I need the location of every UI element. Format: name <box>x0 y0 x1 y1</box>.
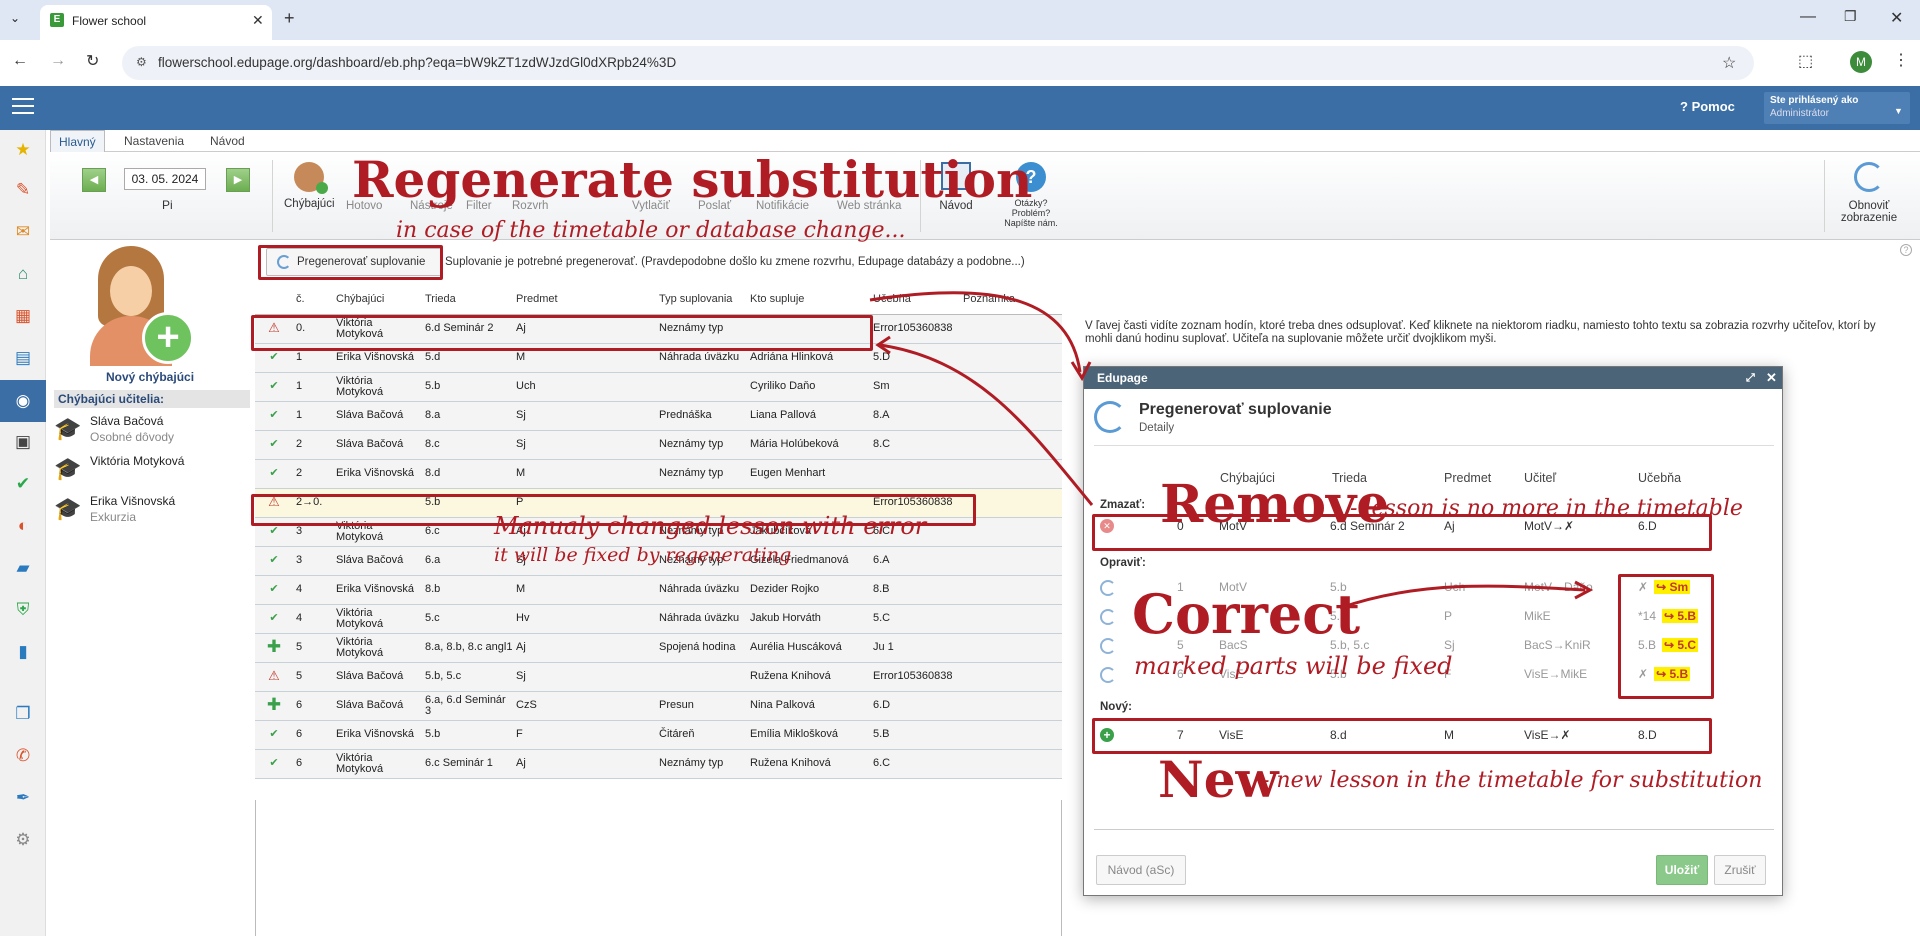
annotation-regenerate-sub: in case of the timetable or database cha… <box>396 218 906 243</box>
annotation-regenerate-title: Regenerate substitution <box>352 150 1033 209</box>
annotation-box-error-row <box>251 315 873 351</box>
annotation-manual-line1: Manualy changed lesson with error <box>494 512 927 540</box>
annotation-manual-line2: it will be fixed by regenerating <box>494 544 792 566</box>
annotation-arrows <box>869 291 1594 610</box>
annotation-remove-small: - lesson is no more in the timetable <box>1350 496 1743 521</box>
annotation-box-new <box>1092 718 1712 754</box>
annotation-box-correct <box>1618 574 1714 699</box>
annotation-box-regenerate <box>258 245 443 280</box>
annotation-new-big: New <box>1158 750 1279 809</box>
annotation-correct-small: marked parts will be fixed <box>1134 652 1453 680</box>
annotation-correct-big: Correct <box>1132 582 1361 646</box>
annotation-new-small: - new lesson in the timetable for substi… <box>1262 768 1763 793</box>
